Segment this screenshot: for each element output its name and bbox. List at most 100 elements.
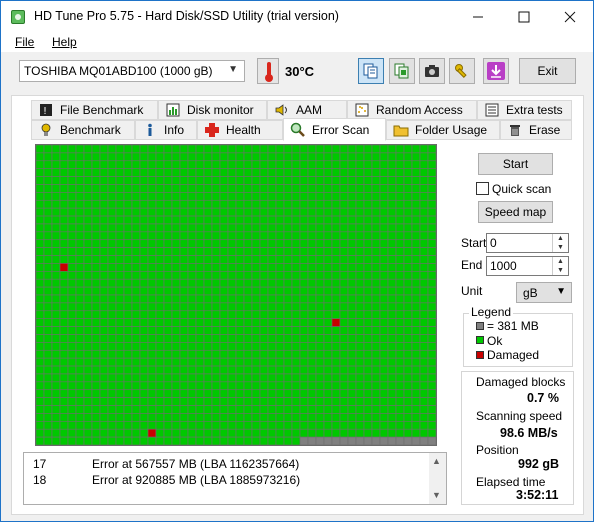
block-ok [259, 184, 269, 193]
block-ok [155, 192, 165, 201]
block-ok [259, 436, 269, 446]
block-ok [195, 255, 205, 264]
block-ok [43, 397, 53, 406]
block-ok [147, 255, 157, 264]
block-ok [299, 365, 309, 375]
block-ok [339, 381, 349, 391]
block-ok [395, 421, 405, 430]
error-log-list[interactable]: 17 Error at 567557 MB (LBA 1162357664) 1… [23, 452, 447, 505]
block-ok [307, 271, 317, 280]
tab-erase[interactable]: Erase [500, 120, 572, 140]
spin-up-icon[interactable]: ▲ [552, 234, 568, 243]
tab-benchmark[interactable]: Benchmark [31, 120, 135, 140]
block-ok [123, 286, 133, 296]
block-ok [275, 168, 285, 177]
block-ok [355, 342, 365, 351]
block-ok [259, 255, 269, 264]
block-ok [315, 207, 325, 217]
block-ok [107, 397, 117, 406]
menu-file[interactable]: File [15, 35, 34, 49]
close-button[interactable] [547, 1, 593, 32]
block-ok [347, 373, 357, 383]
block-ok [275, 239, 285, 248]
block-ok [203, 381, 213, 391]
block-ok [403, 263, 413, 272]
block-ok [275, 310, 285, 319]
block-ok [163, 207, 173, 217]
save-button[interactable] [483, 58, 509, 84]
block-ok [331, 342, 341, 351]
block-ok [275, 413, 285, 422]
block-ok [403, 373, 413, 383]
scroll-down-icon[interactable]: ▼ [432, 490, 441, 500]
spin-down-icon[interactable]: ▼ [552, 266, 568, 275]
block-ok [419, 413, 429, 422]
block-ok [347, 263, 357, 272]
start-scan-button[interactable]: Start [478, 153, 553, 175]
log-scrollbar[interactable]: ▲ ▼ [429, 453, 446, 504]
block-ok [243, 365, 253, 375]
block-ok [363, 192, 373, 201]
block-ok [195, 207, 205, 217]
block-ok [339, 223, 349, 233]
block-ok [35, 421, 45, 430]
menu-help[interactable]: Help [52, 35, 77, 49]
block-ok [35, 326, 45, 335]
screenshot-button[interactable] [419, 58, 445, 84]
scroll-up-icon[interactable]: ▲ [432, 456, 441, 466]
block-ok [347, 168, 357, 177]
speed-map-button[interactable]: Speed map [478, 201, 553, 223]
end-input[interactable]: 1000 ▲ ▼ [486, 256, 569, 276]
block-ok [187, 436, 197, 446]
tab-aam[interactable]: AAM [267, 100, 347, 120]
damaged-blocks-value: 0.7 % [527, 391, 559, 405]
tab-folder-usage[interactable]: Folder Usage [386, 120, 500, 140]
block-ok [203, 318, 213, 327]
block-ok [59, 239, 69, 248]
block-ok [355, 263, 365, 272]
maximize-button[interactable] [501, 1, 547, 32]
spin-up-icon[interactable]: ▲ [552, 257, 568, 266]
block-ok [123, 184, 133, 193]
block-ok [259, 286, 269, 296]
block-ok [115, 389, 125, 398]
tab-extra-tests[interactable]: Extra tests [477, 100, 572, 120]
block-ok [243, 278, 253, 288]
block-ok [363, 263, 373, 272]
tab-info[interactable]: Info [135, 120, 197, 140]
block-ok [163, 223, 173, 233]
block-ok [347, 286, 357, 296]
block-ok [243, 247, 253, 256]
start-input[interactable]: 0 ▲ ▼ [486, 233, 569, 253]
block-ok [227, 176, 237, 185]
block-ok [323, 271, 333, 280]
exit-button[interactable]: Exit [519, 58, 576, 84]
position-value: 992 gB [518, 457, 559, 471]
block-ok [115, 381, 125, 391]
tab-error-scan[interactable]: Error Scan [283, 118, 386, 141]
block-ok [339, 413, 349, 422]
block-ok [283, 373, 293, 383]
tab-disk-monitor[interactable]: Disk monitor [158, 100, 267, 120]
unit-select[interactable]: gB ▼ [516, 282, 572, 303]
quick-scan-checkbox[interactable] [476, 182, 489, 195]
spin-down-icon[interactable]: ▼ [552, 243, 568, 252]
block-ok [203, 397, 213, 406]
block-ok [363, 397, 373, 406]
block-ok [395, 239, 405, 248]
copy-screenshot-button[interactable] [389, 58, 415, 84]
tab-random-access[interactable]: Random Access [347, 100, 477, 120]
tab-health[interactable]: Health [197, 120, 283, 140]
options-button[interactable] [449, 58, 475, 84]
block-unscanned [331, 436, 341, 446]
drive-select[interactable]: TOSHIBA MQ01ABD100 (1000 gB) ▼ [19, 60, 245, 82]
tab-file-benchmark[interactable]: ! File Benchmark [31, 100, 158, 120]
block-ok [227, 152, 237, 162]
block-ok [83, 160, 93, 169]
block-ok [211, 413, 221, 422]
block-ok [411, 389, 421, 398]
block-ok [203, 342, 213, 351]
minimize-button[interactable] [455, 1, 501, 32]
block-ok [427, 271, 437, 280]
copy-text-button[interactable] [358, 58, 384, 84]
